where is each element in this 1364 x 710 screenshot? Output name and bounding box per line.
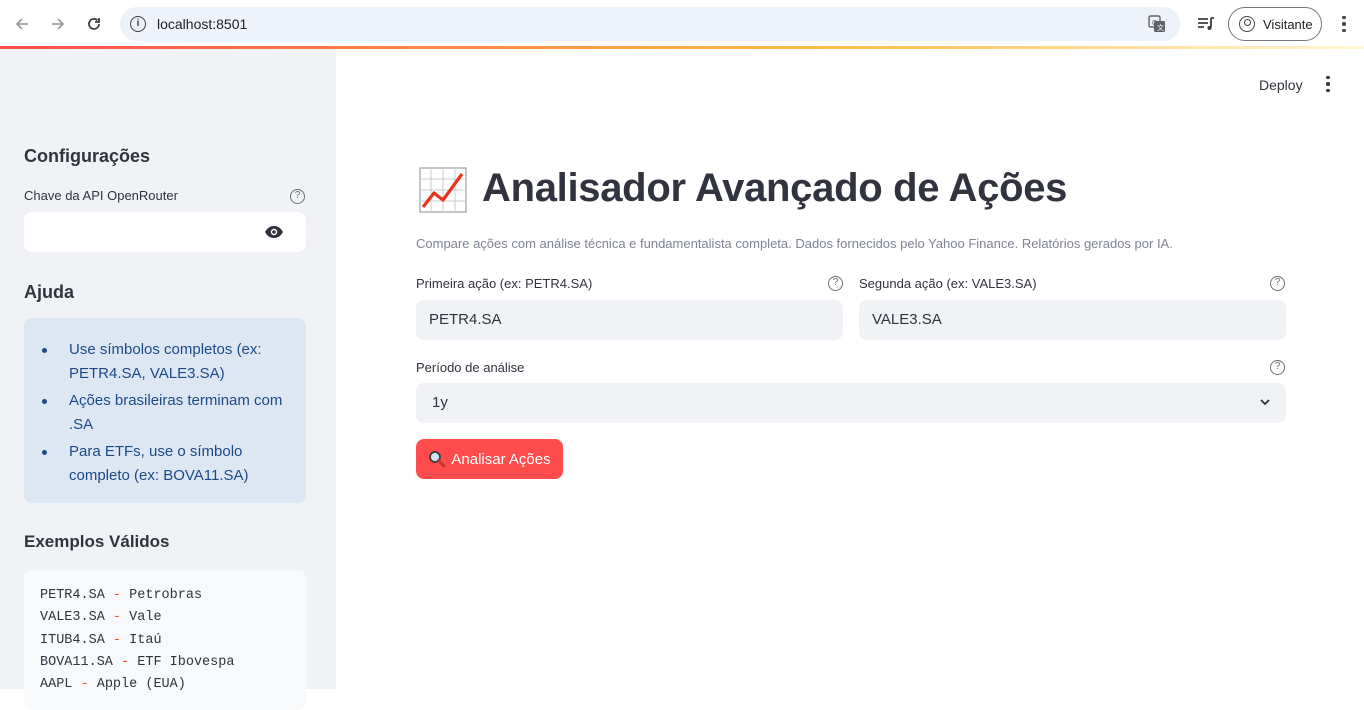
help-title: Ajuda	[24, 282, 75, 302]
code-line: PETR4.SA - Petrobras	[40, 588, 203, 603]
help-item: Para ETFs, use o símbolo completo (ex: B…	[42, 440, 287, 488]
profile-label: Visitante	[1263, 16, 1313, 32]
browser-menu-icon[interactable]	[1334, 14, 1354, 34]
api-key-label: Chave da API OpenRouter	[24, 188, 178, 203]
second-stock-label: Segunda ação (ex: VALE3.SA)	[859, 276, 1037, 291]
period-help-icon[interactable]: ?	[1270, 360, 1285, 375]
page-title: Analisador Avançado de Ações	[482, 166, 1068, 210]
code-line: VALE3.SA - Vale	[40, 610, 162, 625]
first-stock-input[interactable]: PETR4.SA	[416, 300, 843, 340]
help-info-box: Use símbolos completos (ex: PETR4.SA, VA…	[24, 318, 306, 503]
back-icon[interactable]	[10, 12, 34, 36]
forward-icon[interactable]	[46, 12, 70, 36]
page-caption: Compare ações com análise técnica e fund…	[416, 236, 1173, 251]
magnifier-icon	[429, 451, 446, 468]
app-menu-icon[interactable]	[1318, 74, 1338, 94]
analyze-button[interactable]: Analisar Ações	[416, 439, 563, 479]
examples-code-block: PETR4.SA - Petrobras VALE3.SA - Vale ITU…	[24, 570, 306, 710]
deploy-button[interactable]: Deploy	[1259, 77, 1303, 93]
config-title: Configurações	[24, 146, 151, 166]
help-item: Ações brasileiras terminam com .SA	[42, 389, 287, 437]
code-line: ITUB4.SA - Itaú	[40, 633, 162, 648]
examples-title: Exemplos Válidos	[24, 532, 170, 551]
second-stock-input[interactable]: VALE3.SA	[859, 300, 1286, 340]
help-item: Use símbolos completos (ex: PETR4.SA, VA…	[42, 338, 287, 386]
site-info-icon[interactable]: i	[130, 16, 146, 32]
first-stock-help-icon[interactable]: ?	[828, 276, 843, 291]
reload-icon[interactable]	[82, 12, 106, 36]
chart-increasing-icon	[419, 167, 467, 213]
period-label: Período de análise	[416, 360, 525, 375]
sidebar: Configurações Chave da API OpenRouter ? …	[0, 49, 336, 710]
svg-text:文: 文	[1157, 23, 1164, 32]
second-stock-help-icon[interactable]: ?	[1270, 276, 1285, 291]
profile-button[interactable]: Visitante	[1228, 7, 1322, 41]
address-bar[interactable]: i localhost:8501 G 文	[120, 7, 1180, 41]
period-selected-value[interactable]: 1y	[432, 394, 448, 411]
analyze-button-label[interactable]: Analisar Ações	[451, 451, 550, 468]
api-key-input[interactable]	[24, 212, 306, 252]
help-list: Use símbolos completos (ex: PETR4.SA, VA…	[42, 338, 287, 491]
browser-toolbar: i localhost:8501 G 文 Visitante	[0, 0, 1364, 48]
code-line: AAPL - Apple (EUA)	[40, 677, 186, 692]
show-password-icon[interactable]	[264, 225, 284, 239]
chevron-down-icon[interactable]	[1260, 397, 1270, 407]
translate-icon[interactable]: G 文	[1148, 15, 1166, 33]
code-line: BOVA11.SA - ETF Ibovespa	[40, 655, 235, 670]
account-icon	[1239, 16, 1255, 32]
address-url[interactable]: localhost:8501	[157, 16, 247, 32]
api-key-help-icon[interactable]: ?	[290, 189, 305, 204]
period-select[interactable]: 1y	[416, 383, 1286, 423]
first-stock-label: Primeira ação (ex: PETR4.SA)	[416, 276, 593, 291]
media-controls-icon[interactable]	[1196, 14, 1216, 34]
